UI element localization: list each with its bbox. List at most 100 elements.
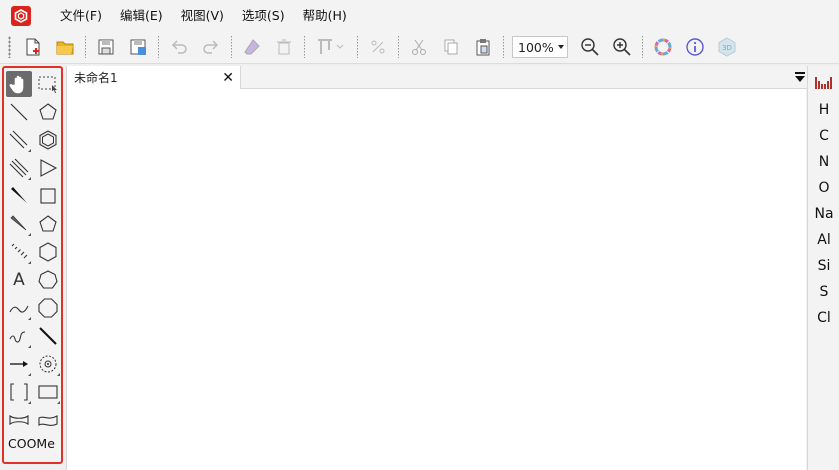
bracket-tool-icon[interactable] [6, 379, 32, 405]
3d-icon[interactable]: 3D [714, 34, 740, 60]
element-na[interactable]: Na [808, 206, 839, 222]
element-h[interactable]: H [808, 102, 839, 118]
flip-icon[interactable] [365, 34, 391, 60]
wedge-bond-icon[interactable] [6, 183, 32, 209]
element-al[interactable]: Al [808, 232, 839, 248]
close-icon[interactable]: ✕ [222, 70, 234, 86]
submenu-corner [28, 177, 31, 180]
menu-view[interactable]: 视图(V) [172, 0, 233, 31]
drawing-canvas[interactable]: 未命名1 ✕ [66, 66, 807, 470]
toolbar-separator [642, 36, 643, 58]
palette-row [6, 99, 61, 125]
template-shape-icon[interactable] [6, 407, 32, 433]
element-c[interactable]: C [808, 128, 839, 144]
palette-row [6, 379, 61, 405]
tab-label: 未命名1 [74, 71, 118, 85]
pentagon-ring-icon[interactable] [35, 99, 61, 125]
undo-icon[interactable] [166, 34, 192, 60]
orbital-tool-icon[interactable] [35, 351, 61, 377]
palette-row [6, 295, 61, 321]
submenu-corner [57, 373, 60, 376]
submenu-corner [28, 345, 31, 348]
triangle-ring-icon[interactable] [35, 155, 61, 181]
toolbar-separator [85, 36, 86, 58]
square-ring-icon[interactable] [35, 183, 61, 209]
palette-row [6, 323, 61, 349]
palette-row: A [6, 267, 61, 293]
submenu-corner [28, 401, 31, 404]
submenu-corner [28, 373, 31, 376]
save-icon[interactable] [93, 34, 119, 60]
text-tool-glyph: A [13, 270, 25, 290]
menu-bar: 文件(F) 编辑(E) 视图(V) 选项(S) 帮助(H) [0, 0, 839, 31]
heptagon-ring-icon[interactable] [35, 267, 61, 293]
hollow-wedge-bond-icon[interactable] [6, 211, 32, 237]
redo-icon[interactable] [198, 34, 224, 60]
menu-options[interactable]: 选项(S) [233, 0, 294, 31]
palette-row [6, 351, 61, 377]
element-cl[interactable]: Cl [808, 310, 839, 326]
cut-icon[interactable] [406, 34, 432, 60]
toolbar-separator [503, 36, 504, 58]
pentagon-ring-icon-2[interactable] [35, 211, 61, 237]
element-o[interactable]: O [808, 180, 839, 196]
eraser-icon[interactable] [239, 34, 265, 60]
rectangle-tool-icon[interactable] [35, 379, 61, 405]
zoom-select[interactable]: 100% [512, 36, 568, 58]
open-folder-icon[interactable] [52, 34, 78, 60]
copy-icon[interactable] [438, 34, 464, 60]
align-icon[interactable] [312, 34, 350, 60]
octagon-ring-icon[interactable] [35, 295, 61, 321]
app-logo-icon[interactable] [11, 5, 31, 26]
submenu-corner [28, 317, 31, 320]
palette-row [6, 183, 61, 209]
hashed-bond-icon[interactable] [6, 239, 32, 265]
palette-row [6, 407, 61, 433]
benzene-ring-icon[interactable] [35, 127, 61, 153]
zoom-value: 100% [518, 39, 554, 55]
zoom-in-icon[interactable] [609, 34, 635, 60]
bold-bond-icon[interactable] [35, 323, 61, 349]
single-bond-icon[interactable] [6, 99, 32, 125]
info-icon[interactable] [682, 34, 708, 60]
menu-help[interactable]: 帮助(H) [294, 0, 356, 31]
app-window: 文件(F) 编辑(E) 视图(V) 选项(S) 帮助(H) 100% 3D A … [0, 0, 839, 470]
element-si[interactable]: Si [808, 258, 839, 274]
hexagon-ring-icon[interactable] [35, 239, 61, 265]
color-wheel-icon[interactable] [650, 34, 676, 60]
text-tool-icon[interactable]: A [6, 267, 32, 293]
toolbar-separator [158, 36, 159, 58]
paste-icon[interactable] [470, 34, 496, 60]
periodic-table-icon[interactable] [815, 75, 833, 89]
palette-row [6, 71, 61, 97]
arrow-tool-icon[interactable] [6, 351, 32, 377]
save-as-icon[interactable] [125, 34, 151, 60]
tab-untitled-1[interactable]: 未命名1 ✕ [67, 66, 241, 89]
triple-bond-icon[interactable] [6, 155, 32, 181]
zoom-out-icon[interactable] [577, 34, 603, 60]
hand-tool-icon[interactable] [6, 71, 32, 97]
trash-icon[interactable] [271, 34, 297, 60]
element-panel: H C N O Na Al Si S Cl [807, 66, 839, 470]
toolbar-separator [398, 36, 399, 58]
double-bond-icon[interactable] [6, 127, 32, 153]
submenu-corner [28, 149, 31, 152]
wavy-bond-icon[interactable] [6, 323, 32, 349]
curve-tool-icon[interactable] [6, 295, 32, 321]
menu-file[interactable]: 文件(F) [51, 0, 111, 31]
chevron-down-icon[interactable] [558, 45, 564, 49]
element-n[interactable]: N [808, 154, 839, 170]
main-toolbar: 100% 3D [0, 31, 839, 64]
template-shape-icon-2[interactable] [35, 407, 61, 433]
toolbar-separator [231, 36, 232, 58]
submenu-corner [28, 233, 31, 236]
marquee-select-icon[interactable] [35, 71, 61, 97]
palette-row [6, 211, 61, 237]
toolbar-grip[interactable] [8, 36, 11, 58]
new-doc-icon[interactable] [20, 34, 46, 60]
tab-list-menu-icon[interactable] [795, 71, 805, 83]
toolbar-separator [304, 36, 305, 58]
functional-group-coome[interactable]: COOMe [8, 436, 55, 451]
menu-edit[interactable]: 编辑(E) [111, 0, 172, 31]
element-s[interactable]: S [808, 284, 839, 300]
